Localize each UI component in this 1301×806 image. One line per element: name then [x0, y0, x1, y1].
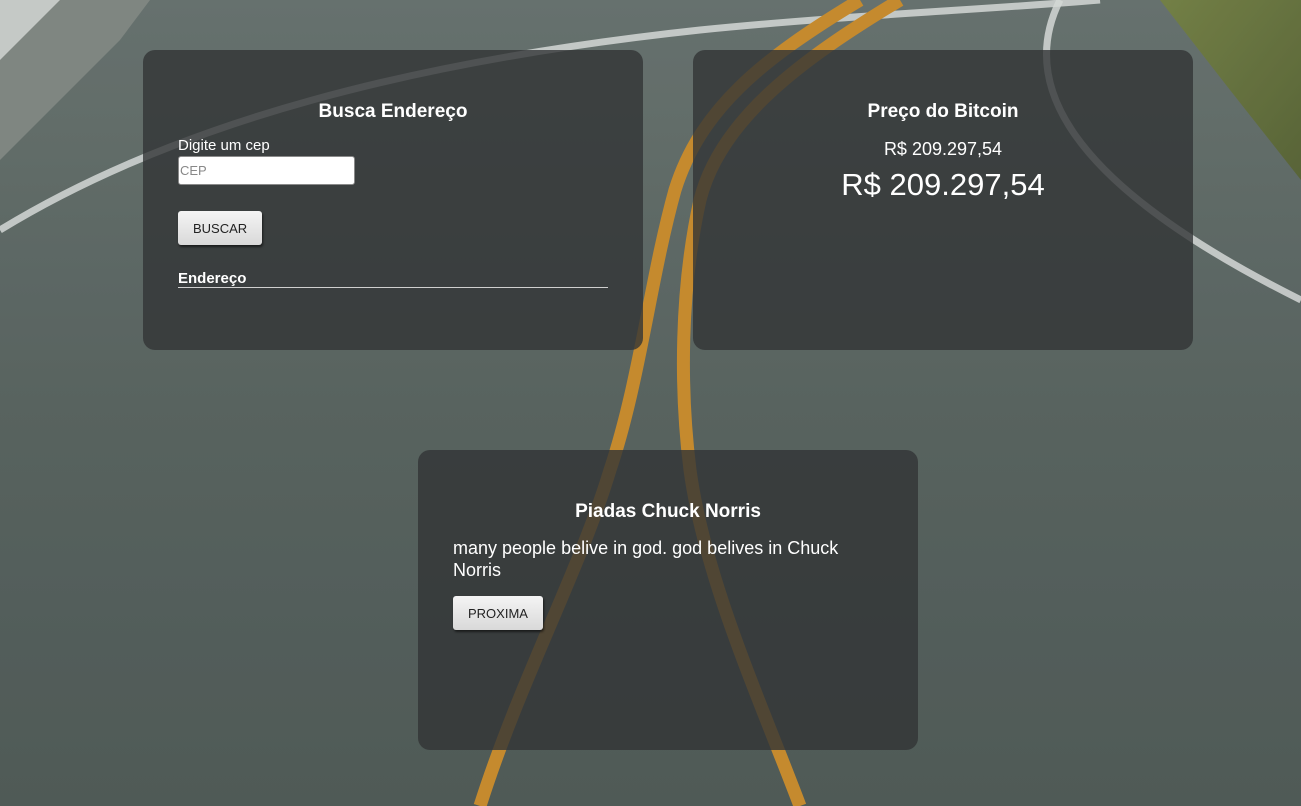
bitcoin-price-large: R$ 209.297,54	[841, 167, 1045, 202]
bitcoin-price-small: R$ 209.297,54	[883, 139, 1003, 159]
address-card-title: Busca Endereço	[318, 101, 468, 122]
address-search-card: Busca Endereço Digite um cep BUSCAR Ende…	[143, 50, 643, 350]
cep-label: Digite um cep	[178, 137, 270, 154]
chuck-norris-joke-card: Piadas Chuck Norris many people belive i…	[418, 450, 918, 750]
next-joke-button[interactable]: PROXIMA	[453, 596, 543, 630]
cep-input[interactable]	[178, 156, 355, 185]
address-result-heading: Endereço	[178, 270, 608, 288]
bitcoin-card-title: Preço do Bitcoin	[867, 101, 1019, 122]
joke-text: many people belive in god. god belives i…	[453, 538, 839, 580]
bitcoin-price-card: Preço do Bitcoin R$ 209.297,54 R$ 209.29…	[693, 50, 1193, 350]
joke-card-title: Piadas Chuck Norris	[575, 501, 761, 522]
search-button[interactable]: BUSCAR	[178, 211, 263, 245]
